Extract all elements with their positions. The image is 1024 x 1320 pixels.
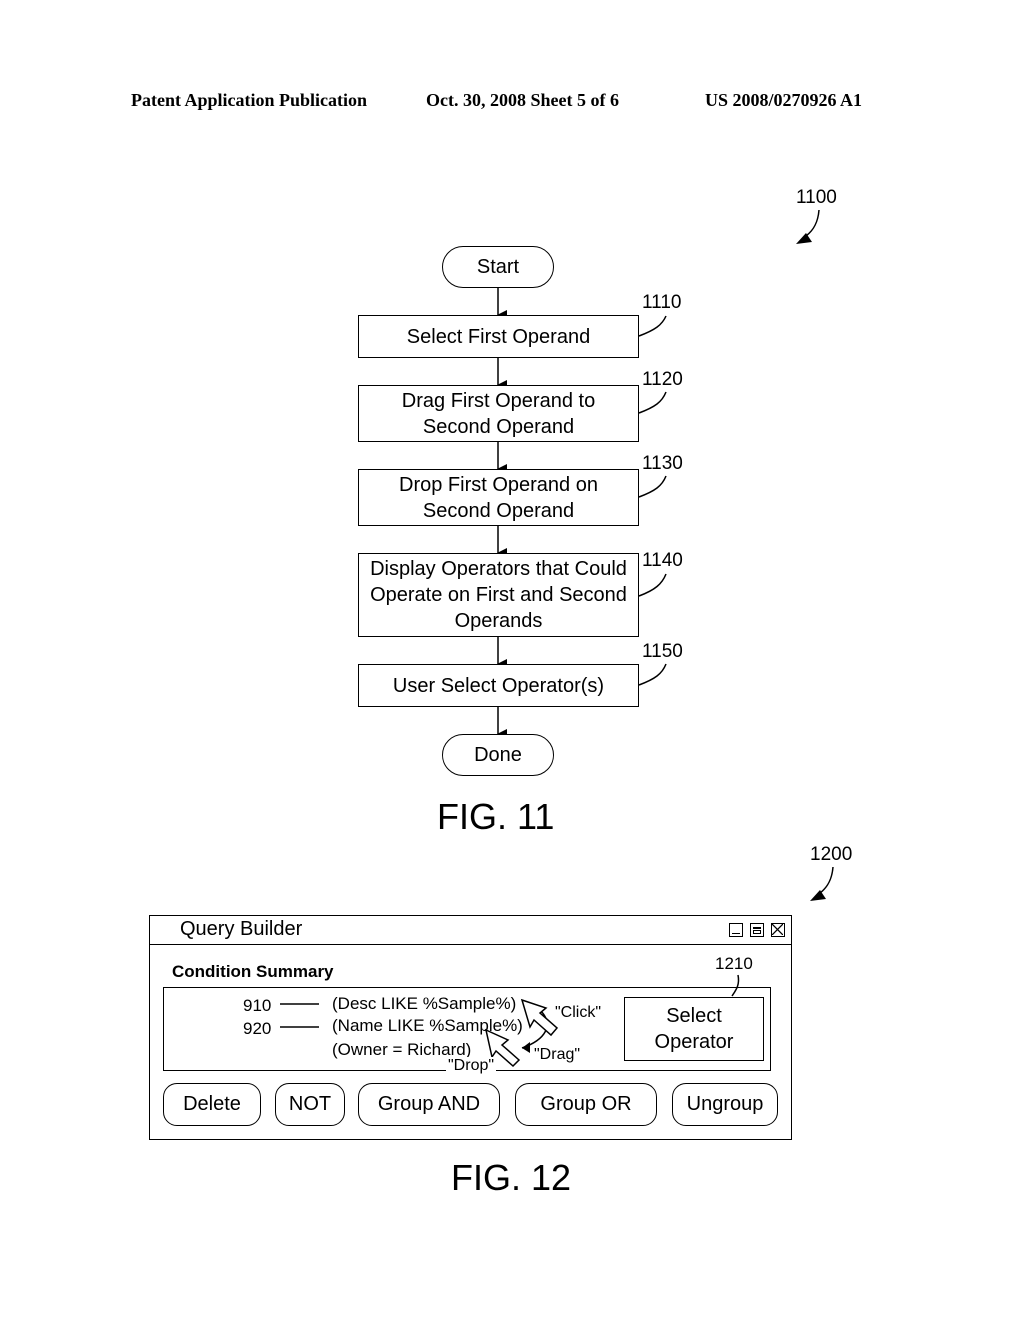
step-1110: Select First Operand [358, 315, 639, 358]
start-label: Start [476, 256, 520, 278]
leader-1200 [819, 866, 834, 894]
fig11-caption: FIG. 11 [437, 796, 555, 837]
done-terminal: Done [442, 734, 554, 776]
drag-annotation: "Drag" [534, 1046, 581, 1063]
ref-1130: 1130 [642, 453, 683, 474]
step-label: Display Operators that Could Operate on … [370, 558, 627, 632]
group-and-button[interactable]: Group AND [358, 1083, 500, 1126]
leader-1150 [638, 663, 667, 686]
window-title-bar[interactable]: Query Builder [150, 916, 791, 945]
ref-1110: 1110 [642, 292, 682, 313]
step-1140: Display Operators that Could Operate on … [358, 553, 639, 637]
ungroup-button[interactable]: Ungroup [672, 1083, 778, 1126]
step-1150: User Select Operator(s) [358, 664, 639, 707]
condition-desc[interactable]: (Desc LIKE %Sample%) [332, 994, 516, 1014]
minimize-icon[interactable] [729, 923, 743, 937]
ref-910: 910 [243, 996, 272, 1015]
step-label: Select First Operand [406, 325, 591, 348]
select-operator-button[interactable]: Select Operator [624, 997, 764, 1061]
step-1120: Drag First Operand to Second Operand [358, 385, 639, 442]
click-annotation: "Click" [555, 1004, 602, 1021]
leader-1100 [805, 209, 820, 237]
leader-1120 [638, 391, 667, 414]
ref-1210: 1210 [715, 954, 753, 973]
select-operator-label: Select Operator [654, 1005, 734, 1053]
ref-920: 920 [243, 1019, 272, 1038]
ref-1100: 1100 [796, 187, 837, 208]
group-or-button[interactable]: Group OR [515, 1083, 657, 1126]
ref-1140: 1140 [642, 550, 683, 571]
ref-arrowhead-1100 [796, 233, 812, 244]
ref-1120: 1120 [642, 369, 683, 390]
not-button[interactable]: NOT [275, 1083, 345, 1126]
condition-summary-label: Condition Summary [172, 962, 334, 981]
ref-1150: 1150 [642, 641, 683, 662]
drop-annotation: "Drop" [446, 1057, 497, 1075]
maximize-icon[interactable] [750, 923, 764, 937]
step-label: Drop First Operand on Second Operand [399, 473, 598, 522]
step-1130: Drop First Operand on Second Operand [358, 469, 639, 526]
leader-1130 [638, 475, 667, 498]
step-label: User Select Operator(s) [392, 674, 605, 697]
condition-name[interactable]: (Name LIKE %Sample%) [332, 1016, 523, 1036]
window-title: Query Builder [180, 918, 303, 940]
step-label: Drag First Operand to Second Operand [401, 389, 596, 438]
query-builder-window: Query Builder Condition Summary 1210 910… [149, 915, 792, 1140]
ref-arrowhead-1200 [810, 890, 826, 901]
fig12-caption: FIG. 12 [451, 1157, 572, 1198]
leader-1140 [638, 573, 667, 597]
leader-1110 [638, 315, 667, 337]
delete-button[interactable]: Delete [163, 1083, 261, 1126]
start-terminal: Start [442, 246, 554, 288]
done-label: Done [474, 744, 522, 766]
close-icon[interactable] [771, 923, 785, 937]
ref-1200: 1200 [810, 844, 853, 865]
